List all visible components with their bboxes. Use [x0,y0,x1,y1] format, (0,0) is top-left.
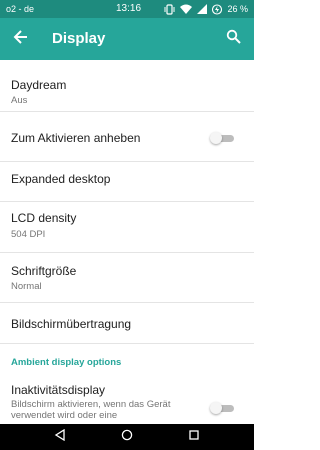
setting-title: Expanded desktop [11,172,111,186]
lift-to-wake-toggle[interactable] [210,132,236,144]
status-bar: o2 - de 13:16 26 % [0,0,254,18]
battery-percent: 26 % [227,4,248,14]
clock: 13:16 [116,3,142,14]
signal-icon [197,4,208,14]
setting-title: Bildschirmübertragung [11,317,132,331]
ambient-display-toggle[interactable] [210,402,236,414]
wifi-icon [180,4,193,14]
battery-charging-icon [212,3,223,15]
nav-back-icon [54,428,66,446]
nav-recents-button[interactable] [186,429,202,445]
setting-lift-to-wake[interactable]: Zum Aktivieren anheben [0,112,254,162]
setting-summary-line1: Bildschirm aktivieren, wenn das Gerät [11,399,171,410]
app-bar: Display [0,18,254,60]
nav-back-button[interactable] [52,428,68,446]
carrier-label: o2 - de [6,4,35,14]
nav-recents-icon [188,428,200,446]
setting-title: Inaktivitätsdisplay [11,383,106,397]
setting-title: Zum Aktivieren anheben [11,131,141,145]
setting-summary: Aus [11,95,28,106]
nav-home-icon [121,428,133,446]
category-header-ambient: Ambient display options [11,357,122,368]
navigation-bar [0,424,254,450]
arrow-back-icon [13,29,29,50]
search-button[interactable] [220,26,246,52]
vibrate-icon [164,3,175,15]
setting-lcd-density[interactable]: LCD density 504 DPI [0,202,254,253]
back-button[interactable] [8,26,34,52]
setting-title: LCD density [11,211,77,225]
setting-summary: 504 DPI [11,229,46,240]
settings-list: Daydream Aus Zum Aktivieren anheben Expa… [0,60,254,424]
setting-font-size[interactable]: Schriftgröße Normal [0,253,254,303]
search-icon [226,29,241,49]
nav-home-button[interactable] [119,429,135,445]
setting-title: Schriftgröße [11,264,77,278]
setting-cast-screen[interactable]: Bildschirmübertragung [0,303,254,343]
setting-daydream[interactable]: Daydream Aus [0,60,254,112]
status-icons: 26 % [164,2,248,16]
setting-ambient-display[interactable]: Inaktivitätsdisplay Bildschirm aktiviere… [0,376,254,424]
page-title: Display [52,30,106,47]
setting-summary-line2: verwendet wird oder eine [11,410,118,421]
setting-expanded-desktop[interactable]: Expanded desktop [0,162,254,202]
setting-title: Daydream [11,78,67,92]
divider [0,343,254,344]
setting-summary: Normal [11,281,42,292]
